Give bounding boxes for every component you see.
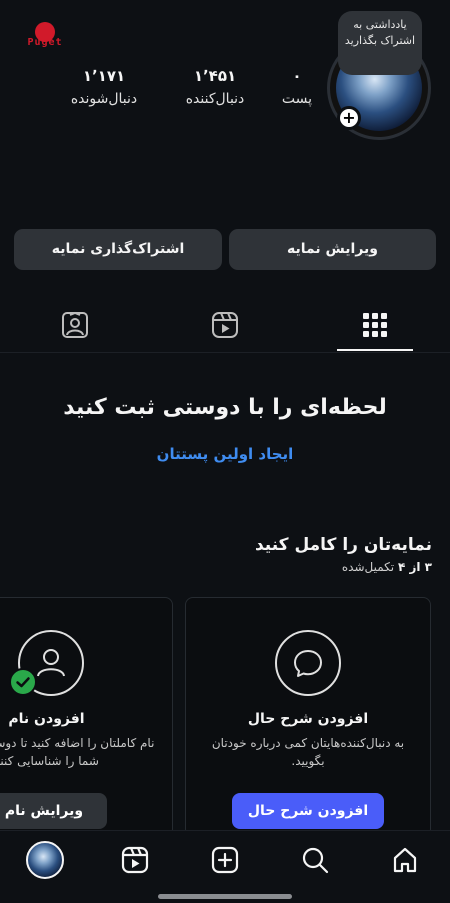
add-name-card: افزودن نام نام کاملتان را اضافه کنید تا … bbox=[0, 597, 173, 837]
nav-home[interactable] bbox=[385, 843, 425, 879]
watermark-text: Puget bbox=[27, 37, 63, 48]
following-label: دنبال‌شونده bbox=[70, 91, 138, 107]
following-count: ۱٬۱۷۱ bbox=[82, 67, 126, 85]
empty-state-title: لحظه‌ای را با دوستی ثبت کنید bbox=[63, 395, 387, 420]
active-tab-indicator bbox=[337, 349, 413, 351]
search-icon bbox=[302, 847, 329, 874]
bio-card-description: به دنبال‌کننده‌هایتان کمی درباره خودتان … bbox=[211, 736, 405, 768]
add-story-icon[interactable]: + bbox=[337, 106, 361, 130]
note-bubble[interactable]: یادداشتی به اشتراک بگذارید bbox=[338, 11, 422, 75]
followers-stat[interactable]: ۱٬۴۵۱ دنبال‌کننده bbox=[159, 66, 271, 112]
edit-profile-button[interactable]: ویرایش نمایه bbox=[229, 229, 436, 270]
tagged-person-icon bbox=[62, 311, 88, 338]
profile-page: Puget یادداشتی به اشتراک بگذارید + ۰ پست… bbox=[0, 0, 450, 903]
tab-tagged[interactable] bbox=[0, 303, 150, 353]
home-indicator bbox=[158, 894, 292, 899]
complete-profile-progress: ۳ از ۴ تکمیل‌شده bbox=[342, 560, 432, 574]
progress-label: تکمیل‌شده bbox=[341, 560, 395, 574]
completed-check-icon bbox=[9, 668, 37, 696]
tab-reels[interactable] bbox=[150, 303, 300, 353]
posts-label: پست bbox=[281, 91, 313, 107]
plus-square-icon bbox=[211, 846, 239, 874]
add-bio-button[interactable]: افزودن شرح حال bbox=[232, 793, 384, 829]
add-bio-card: افزودن شرح حال به دنبال‌کننده‌هایتان کمی… bbox=[185, 597, 431, 837]
nav-search[interactable] bbox=[295, 843, 335, 879]
nav-reels[interactable] bbox=[115, 843, 155, 879]
bottom-navigation bbox=[0, 830, 450, 903]
tab-grid[interactable] bbox=[300, 303, 450, 353]
home-icon bbox=[393, 847, 417, 873]
followers-label: دنبال‌کننده bbox=[185, 91, 245, 107]
name-card-title: افزودن نام bbox=[8, 711, 85, 727]
bio-card-title: افزودن شرح حال bbox=[247, 711, 369, 727]
nav-profile-avatar[interactable] bbox=[26, 841, 64, 879]
edit-name-button[interactable]: ویرایش نام bbox=[0, 793, 107, 829]
following-stat[interactable]: ۱٬۱۷۱ دنبال‌شونده bbox=[44, 66, 164, 112]
speech-bubble-icon bbox=[294, 650, 322, 677]
bio-icon-circle bbox=[275, 630, 341, 696]
grid-icon bbox=[363, 313, 387, 337]
posts-count: ۰ bbox=[292, 67, 302, 85]
name-card-description: نام کاملتان را اضافه کنید تا دوستانتان ب… bbox=[0, 736, 155, 768]
posts-stat[interactable]: ۰ پست bbox=[262, 66, 332, 112]
complete-profile-title: نمایه‌تان را کامل کنید bbox=[254, 535, 432, 555]
nav-create[interactable] bbox=[205, 843, 245, 879]
followers-count: ۱٬۴۵۱ bbox=[193, 67, 237, 85]
reels-icon bbox=[212, 312, 238, 338]
share-profile-button[interactable]: اشتراک‌گذاری نمایه bbox=[14, 229, 222, 270]
reels-icon bbox=[121, 846, 149, 874]
progress-count: ۳ از ۴ bbox=[397, 560, 432, 574]
create-first-post-link[interactable]: ایجاد اولین پستتان bbox=[0, 445, 450, 463]
tab-divider bbox=[0, 352, 450, 353]
watermark-logo: Puget bbox=[20, 22, 70, 52]
